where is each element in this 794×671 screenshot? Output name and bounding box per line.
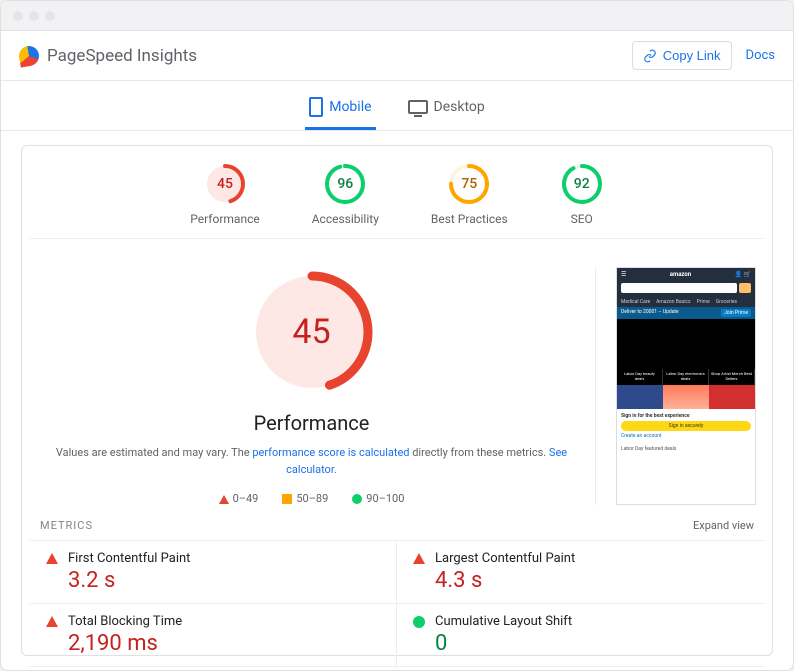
metric-cls: Cumulative Layout Shift 0 xyxy=(397,604,764,667)
calc-link-1[interactable]: performance score is calculated xyxy=(252,446,409,459)
tab-desktop[interactable]: Desktop xyxy=(404,91,489,130)
metric-lcp-value: 4.3 s xyxy=(435,568,575,593)
thumb-nav: Medical Care Amazon Basics Prime Groceri… xyxy=(617,297,755,307)
window-chrome xyxy=(1,1,793,31)
performance-gauge-label: Performance xyxy=(38,411,585,435)
performance-detail: 45 Performance Values are estimated and … xyxy=(30,239,764,515)
triangle-icon xyxy=(413,553,425,564)
performance-gauge-section: 45 Performance Values are estimated and … xyxy=(38,267,596,505)
metric-cls-value: 0 xyxy=(435,631,572,656)
legend-mid: 50–89 xyxy=(282,492,328,505)
report-panel: 45 Performance 96 Accessibility 75 xyxy=(21,145,773,656)
score-performance[interactable]: 45 Performance xyxy=(190,162,259,226)
score-seo-label: SEO xyxy=(560,212,604,226)
legend-bad: 0–49 xyxy=(219,492,259,505)
thumb-products xyxy=(617,385,755,409)
score-best-practices-value: 75 xyxy=(447,162,491,206)
thumb-signin: Sign in for the best experience Sign in … xyxy=(617,409,755,443)
thumb-search-button xyxy=(739,283,751,293)
score-accessibility-value: 96 xyxy=(323,162,367,206)
link-icon xyxy=(643,49,657,63)
tab-mobile[interactable]: Mobile xyxy=(305,91,375,130)
metrics-header: METRICS Expand view xyxy=(30,515,764,541)
app-logo: PageSpeed Insights xyxy=(19,46,197,66)
copy-link-button[interactable]: Copy Link xyxy=(632,41,732,70)
score-best-practices[interactable]: 75 Best Practices xyxy=(431,162,508,226)
app-header: PageSpeed Insights Copy Link Docs xyxy=(1,31,793,81)
device-tabs: Mobile Desktop xyxy=(1,81,793,131)
tab-desktop-label: Desktop xyxy=(434,99,485,115)
square-icon xyxy=(282,494,292,504)
app-title: PageSpeed Insights xyxy=(47,46,197,66)
mobile-icon xyxy=(309,97,323,117)
metric-lcp-name: Largest Contentful Paint xyxy=(435,551,575,566)
traffic-light-close[interactable] xyxy=(13,11,23,21)
traffic-light-max[interactable] xyxy=(45,11,55,21)
page-screenshot-thumbnail: ☰ amazon 👤 🛒 Medical Care Amazon Basics … xyxy=(616,267,756,505)
score-accessibility[interactable]: 96 Accessibility xyxy=(312,162,379,226)
triangle-icon xyxy=(46,616,58,627)
docs-link[interactable]: Docs xyxy=(746,48,775,63)
tab-mobile-label: Mobile xyxy=(329,99,371,115)
circle-icon xyxy=(352,494,362,504)
app-window: PageSpeed Insights Copy Link Docs Mobile… xyxy=(0,0,794,671)
thumb-header-icons: 👤 🛒 xyxy=(735,271,751,278)
metric-tbt-name: Total Blocking Time xyxy=(68,614,182,629)
category-scores: 45 Performance 96 Accessibility 75 xyxy=(30,162,764,239)
thumb-search-row xyxy=(617,281,755,297)
thumb-hero xyxy=(617,319,755,369)
traffic-light-min[interactable] xyxy=(29,11,39,21)
metrics-header-label: METRICS xyxy=(40,519,93,532)
thumb-categories: Labor Day beauty deals Labor Day electro… xyxy=(617,369,755,385)
score-legend: 0–49 50–89 90–100 xyxy=(38,492,585,505)
thumb-header: ☰ amazon 👤 🛒 xyxy=(617,268,755,281)
performance-gauge-value: 45 xyxy=(247,267,377,397)
performance-gauge: 45 xyxy=(247,267,377,397)
metric-fcp: First Contentful Paint 3.2 s xyxy=(30,541,397,604)
metric-lcp: Largest Contentful Paint 4.3 s xyxy=(397,541,764,604)
explain-text-1: Values are estimated and may vary. The xyxy=(56,446,252,459)
metric-tbt-value: 2,190 ms xyxy=(68,631,182,656)
circle-icon xyxy=(413,616,425,628)
metric-fcp-name: First Contentful Paint xyxy=(68,551,190,566)
thumb-brand: amazon xyxy=(670,271,691,278)
explain-text-2: directly from these metrics. xyxy=(410,446,549,459)
thumb-location-bar: Deliver to 20001 – Update Join Prime xyxy=(617,307,755,319)
desktop-icon xyxy=(408,100,428,114)
metrics-grid: First Contentful Paint 3.2 s Largest Con… xyxy=(30,541,764,667)
score-seo[interactable]: 92 SEO xyxy=(560,162,604,226)
metric-fcp-value: 3.2 s xyxy=(68,568,190,593)
expand-view-link[interactable]: Expand view xyxy=(693,519,754,532)
score-accessibility-label: Accessibility xyxy=(312,212,379,226)
thumb-search-input xyxy=(621,283,737,293)
score-performance-value: 45 xyxy=(203,162,247,206)
score-best-practices-label: Best Practices xyxy=(431,212,508,226)
thumb-footer: Labor Day featured deals xyxy=(617,443,755,455)
triangle-icon xyxy=(219,495,229,504)
copy-link-label: Copy Link xyxy=(663,48,721,63)
score-performance-label: Performance xyxy=(190,212,259,226)
thumb-menu-icon: ☰ xyxy=(621,271,626,278)
legend-good: 90–100 xyxy=(352,492,404,505)
performance-explain: Values are estimated and may vary. The p… xyxy=(38,445,585,478)
main-content: 45 Performance 96 Accessibility 75 xyxy=(1,131,793,670)
pagespeed-logo-icon xyxy=(17,44,40,67)
triangle-icon xyxy=(46,553,58,564)
score-seo-value: 92 xyxy=(560,162,604,206)
metric-cls-name: Cumulative Layout Shift xyxy=(435,614,572,629)
metric-tbt: Total Blocking Time 2,190 ms xyxy=(30,604,397,667)
